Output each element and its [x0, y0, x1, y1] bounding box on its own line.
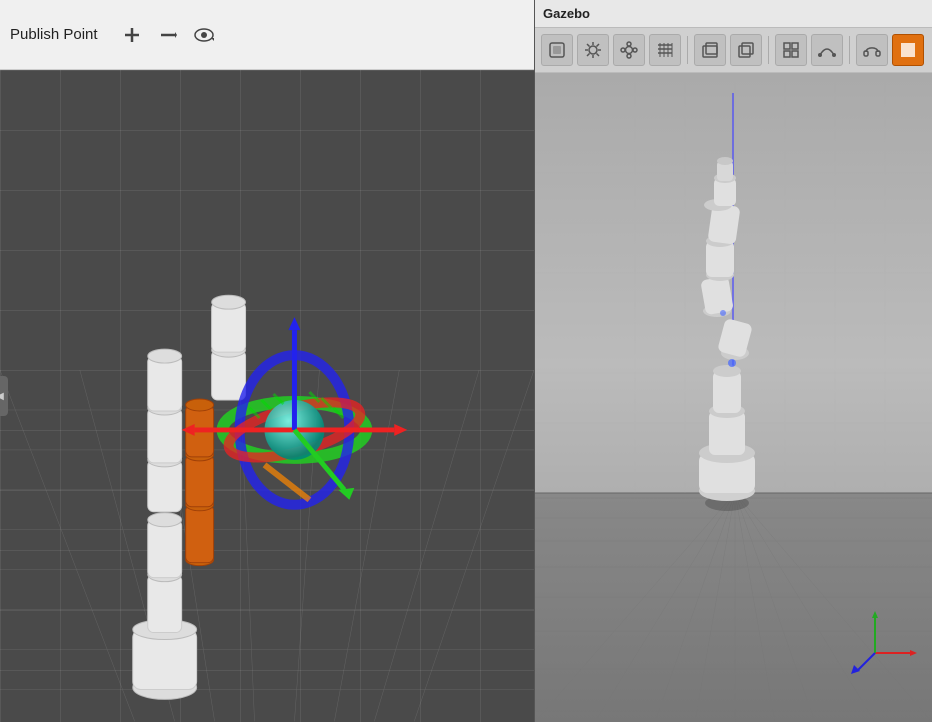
- select-icon: [548, 41, 566, 59]
- remove-button[interactable]: [154, 21, 182, 49]
- headphones-icon: [863, 41, 881, 59]
- object-icon: [620, 41, 638, 59]
- add-button[interactable]: [118, 21, 146, 49]
- app-container: Publish Point: [0, 0, 932, 722]
- right-viewport: [535, 73, 932, 722]
- gazebo-grid-btn[interactable]: [775, 34, 807, 66]
- grid-icon: [782, 41, 800, 59]
- toolbar-separator-1: [687, 36, 688, 64]
- lines-icon: [656, 41, 674, 59]
- gazebo-toolbar: [535, 28, 932, 73]
- collapse-handle[interactable]: ◀: [0, 376, 8, 416]
- gazebo-active-btn[interactable]: [892, 34, 924, 66]
- plus-icon: [123, 26, 141, 44]
- gazebo-sun-btn[interactable]: [577, 34, 609, 66]
- curve-icon: [818, 41, 836, 59]
- gazebo-headphones-btn[interactable]: [856, 34, 888, 66]
- toolbar: Publish Point: [0, 0, 534, 70]
- gazebo-curve-btn[interactable]: [811, 34, 843, 66]
- gazebo-lines-btn[interactable]: [649, 34, 681, 66]
- right-panel: Gazebo: [535, 0, 932, 722]
- box-icon: [701, 41, 719, 59]
- left-viewport: ◀: [0, 70, 534, 722]
- gazebo-copy-btn[interactable]: [730, 34, 762, 66]
- sun-icon: [584, 41, 602, 59]
- copy-icon: [737, 41, 755, 59]
- gazebo-box-btn[interactable]: [694, 34, 726, 66]
- gazebo-titlebar: Gazebo: [535, 0, 932, 28]
- toolbar-separator-3: [849, 36, 850, 64]
- eye-button[interactable]: [190, 21, 218, 49]
- gazebo-object-btn[interactable]: [613, 34, 645, 66]
- gazebo-scene: [535, 73, 932, 722]
- gazebo-select-btn[interactable]: [541, 34, 573, 66]
- toolbar-separator-2: [768, 36, 769, 64]
- minus-icon: [159, 30, 177, 40]
- eye-icon: [193, 28, 215, 42]
- left-panel: Publish Point: [0, 0, 535, 722]
- gazebo-title: Gazebo: [543, 6, 590, 21]
- robot-scene-left: [0, 70, 534, 722]
- active-icon: [901, 43, 915, 57]
- publish-point-title: Publish Point: [10, 26, 98, 43]
